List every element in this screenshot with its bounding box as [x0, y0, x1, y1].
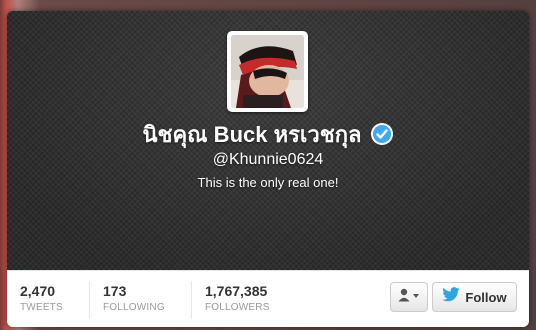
- display-name[interactable]: นิชคุณ Buck หรเวชกุล: [142, 117, 361, 152]
- follow-button[interactable]: Follow: [432, 282, 517, 312]
- profile-name-row: นิชคุณ Buck หรเวชกุล: [7, 119, 529, 149]
- stat-tweets-label: TWEETS: [20, 302, 63, 313]
- stat-followers-value: 1,767,385: [205, 283, 268, 299]
- profile-bio: This is the only real one!: [197, 175, 339, 190]
- stat-followers-label: FOLLOWERS: [205, 302, 270, 313]
- follow-button-label: Follow: [465, 289, 507, 305]
- stat-following-label: FOLLOWING: [103, 302, 165, 313]
- profile-stats-bar: 2,470 TWEETS 173 FOLLOWING 1,767,385 FOL…: [7, 270, 529, 327]
- profile-header: นิชคุณ Buck หรเวชกุล @Khunnie0624 This i…: [7, 11, 529, 270]
- avatar-frame[interactable]: [227, 31, 308, 112]
- profile-card: นิชคุณ Buck หรเวชกุล @Khunnie0624 This i…: [7, 11, 529, 327]
- user-dropdown-icon: [398, 288, 420, 307]
- divider: [89, 281, 90, 319]
- stat-tweets[interactable]: 2,470 TWEETS: [20, 283, 63, 313]
- twitter-bird-icon: [442, 287, 460, 307]
- verified-badge-icon: [370, 122, 394, 146]
- user-actions-dropdown-button[interactable]: [390, 282, 428, 312]
- profile-handle: @Khunnie0624: [212, 151, 324, 168]
- stat-tweets-value: 2,470: [20, 283, 56, 299]
- avatar: [231, 35, 304, 108]
- stat-following-value: 173: [103, 283, 127, 299]
- stat-followers[interactable]: 1,767,385 FOLLOWERS: [205, 283, 270, 313]
- stat-following[interactable]: 173 FOLLOWING: [103, 283, 165, 313]
- divider: [191, 281, 192, 319]
